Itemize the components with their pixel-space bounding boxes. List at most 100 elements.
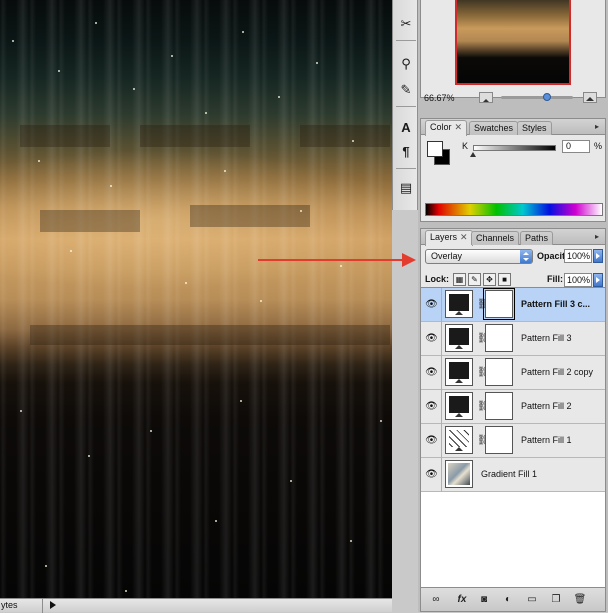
layer-divider (441, 288, 442, 322)
layer-row[interactable]: 👁 Gradient Fill 1 (421, 458, 605, 492)
layer-row[interactable]: 👁 ⛓ Pattern Fill 1 (421, 424, 605, 458)
eye-icon[interactable]: 👁 (425, 469, 438, 480)
layers-bottom-bar: ∞ fx ◙ ◐ ▭ ❐ 🗑 (421, 587, 605, 611)
layer-list: 👁 ⛓ Pattern Fill 3 c... 👁 ⛓ Pattern Fill… (421, 287, 605, 587)
opacity-input[interactable]: 100% (564, 249, 592, 263)
layer-thumbnail[interactable] (445, 460, 473, 488)
scissors-icon[interactable]: ✂ (396, 14, 416, 34)
panel-menu-icon[interactable]: ▸ (592, 122, 602, 132)
layer-divider (441, 356, 442, 390)
tab-paths-label: Paths (525, 233, 549, 243)
link-icon[interactable]: ∞ (429, 593, 443, 606)
fill-input[interactable]: 100% (564, 273, 592, 287)
eye-icon[interactable]: 👁 (425, 435, 438, 446)
status-divider (42, 599, 43, 613)
layer-mask-thumbnail[interactable] (483, 288, 515, 320)
tab-styles[interactable]: Styles (517, 121, 552, 135)
fill-type-icon (455, 447, 463, 451)
navigator-view-box[interactable] (455, 0, 571, 85)
layer-divider (441, 424, 442, 458)
layer-row[interactable]: 👁 ⛓ Pattern Fill 3 (421, 322, 605, 356)
layers-panel: Layers ✕ Channels Paths ▸ Overlay Opacity… (420, 228, 606, 612)
layer-thumbnail[interactable] (445, 290, 473, 318)
eye-icon[interactable]: 👁 (425, 367, 438, 378)
group-icon[interactable]: ▭ (525, 593, 539, 606)
layer-thumbnail[interactable] (445, 324, 473, 352)
status-text: ytes (1, 600, 18, 610)
tool-divider (396, 106, 416, 107)
layer-divider (441, 390, 442, 424)
layer-thumbnail[interactable] (445, 358, 473, 386)
history-brush-icon[interactable]: ✎ (396, 80, 416, 100)
right-dock: 66.67% Color ✕ Swatches Styles ▸ K 0 % L… (418, 0, 608, 612)
zoom-out-icon[interactable] (479, 92, 493, 103)
fill-arrow-icon[interactable] (593, 273, 603, 287)
opacity-arrow-icon[interactable] (593, 249, 603, 263)
status-menu-arrow-icon[interactable] (50, 601, 56, 609)
fill-type-icon (455, 379, 463, 383)
paragraph-icon[interactable]: ¶ (396, 142, 416, 162)
fill-type-icon (455, 413, 463, 417)
k-value-input[interactable]: 0 (562, 140, 590, 153)
foreground-color-swatch[interactable] (427, 141, 443, 157)
tool-divider (396, 40, 416, 41)
blend-mode-value: Overlay (431, 251, 463, 261)
stamp-icon[interactable]: ⚲ (396, 54, 416, 74)
trash-icon[interactable]: 🗑 (573, 593, 587, 606)
tab-layers[interactable]: Layers ✕ (425, 230, 473, 246)
lock-label: Lock: (425, 274, 450, 284)
fx-icon[interactable]: fx (455, 593, 469, 606)
lock-pixels-icon[interactable]: ✎ (468, 273, 481, 286)
layer-thumbnail[interactable] (445, 392, 473, 420)
annotation-arrow-head (402, 253, 416, 267)
new-layer-icon[interactable]: ❐ (549, 593, 563, 606)
layer-row[interactable]: 👁 ⛓ Pattern Fill 2 (421, 390, 605, 424)
layer-name[interactable]: Pattern Fill 2 copy (521, 367, 593, 377)
tab-channels[interactable]: Channels (471, 231, 520, 245)
chevron-updown-icon[interactable] (520, 250, 532, 263)
color-spectrum-bar[interactable] (425, 203, 603, 216)
tab-paths[interactable]: Paths (520, 231, 554, 245)
layer-row[interactable]: 👁 ⛓ Pattern Fill 3 c... (421, 288, 605, 322)
canvas-blocks (0, 0, 392, 598)
lock-transparent-icon[interactable]: ▦ (453, 273, 466, 286)
character-icon[interactable]: A (396, 118, 416, 138)
eye-icon[interactable]: 👁 (425, 333, 438, 344)
layer-mask-thumbnail[interactable] (485, 324, 513, 352)
layer-name[interactable]: Pattern Fill 2 (521, 401, 572, 411)
eye-icon[interactable]: 👁 (425, 299, 438, 310)
layer-name[interactable]: Pattern Fill 3 c... (521, 299, 590, 309)
layer-thumbnail[interactable] (445, 426, 473, 454)
mask-icon[interactable]: ◙ (477, 593, 491, 606)
layer-mask-thumbnail[interactable] (485, 358, 513, 386)
document-canvas[interactable] (0, 0, 392, 598)
zoom-in-icon[interactable] (583, 92, 597, 103)
notes-icon[interactable]: ▤ (396, 178, 416, 198)
adjustment-icon[interactable]: ◐ (501, 593, 515, 606)
tab-swatches[interactable]: Swatches (469, 121, 519, 135)
eye-icon[interactable]: 👁 (425, 401, 438, 412)
panel-menu-icon[interactable]: ▸ (592, 232, 602, 242)
lock-position-icon[interactable]: ✥ (483, 273, 496, 286)
fill-label: Fill: (547, 274, 563, 284)
zoom-slider-knob[interactable] (543, 93, 551, 101)
k-slider-knob[interactable] (470, 152, 476, 157)
close-icon[interactable]: ✕ (460, 232, 468, 242)
layer-name[interactable]: Pattern Fill 1 (521, 435, 572, 445)
k-slider[interactable] (473, 145, 556, 151)
layer-name[interactable]: Pattern Fill 3 (521, 333, 572, 343)
tab-color[interactable]: Color ✕ (425, 120, 468, 136)
close-icon[interactable]: ✕ (455, 122, 463, 132)
gradient-swatch (448, 463, 470, 485)
navigator-zoom-value[interactable]: 66.67% (424, 93, 455, 103)
layer-mask-thumbnail[interactable] (485, 426, 513, 454)
layer-name[interactable]: Gradient Fill 1 (481, 469, 537, 479)
tab-styles-label: Styles (522, 123, 547, 133)
fill-type-icon (455, 345, 463, 349)
lock-all-icon[interactable]: ■ (498, 273, 511, 286)
blend-mode-select[interactable]: Overlay (425, 249, 533, 264)
tool-divider (396, 168, 416, 169)
layer-row[interactable]: 👁 ⛓ Pattern Fill 2 copy (421, 356, 605, 390)
zoom-slider[interactable] (501, 93, 573, 101)
layer-mask-thumbnail[interactable] (485, 392, 513, 420)
